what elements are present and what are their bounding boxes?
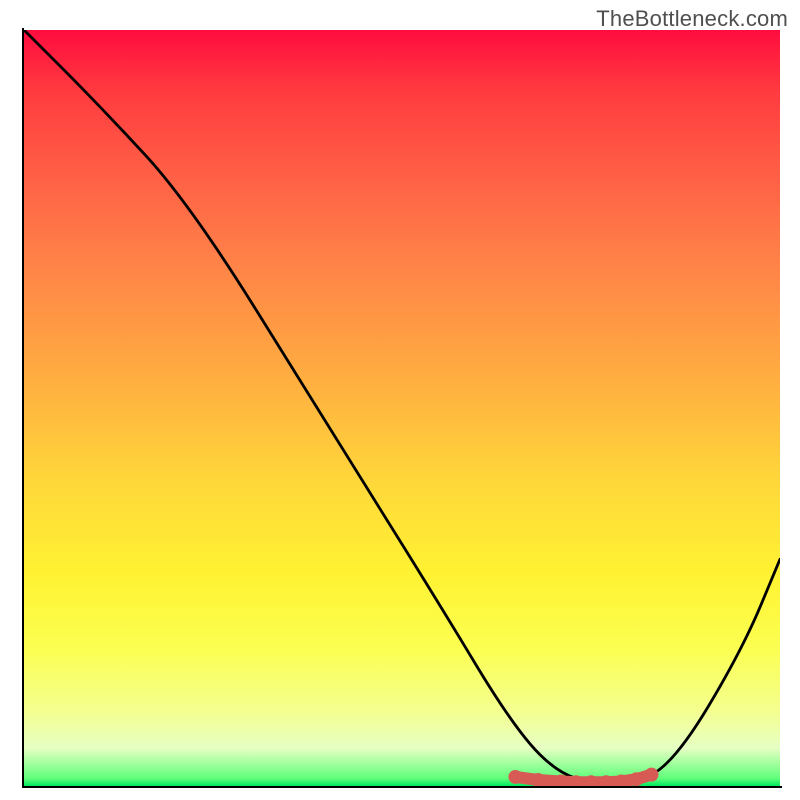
curve-svg xyxy=(24,30,780,786)
plot-area xyxy=(22,30,780,788)
bottleneck-curve-path xyxy=(24,30,780,786)
optimal-dot xyxy=(629,772,643,786)
optimal-dot xyxy=(644,768,658,782)
watermark-text: TheBottleneck.com xyxy=(596,6,788,32)
optimal-dot xyxy=(508,770,522,784)
optimal-range-dots xyxy=(508,768,658,786)
chart-container: TheBottleneck.com xyxy=(0,0,800,800)
